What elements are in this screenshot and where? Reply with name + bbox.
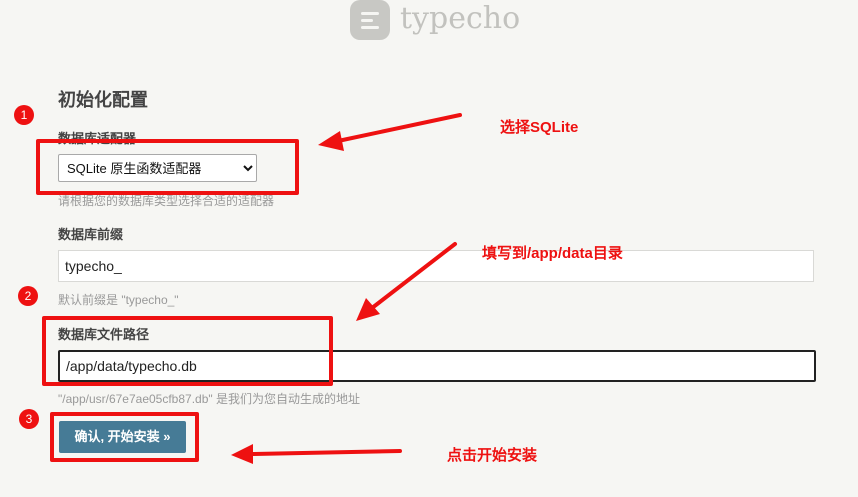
annotation-arrows [231,113,462,464]
arrow-to-db-file [356,242,457,321]
arrow-to-adapter [318,113,462,151]
arrow-to-install-button [231,444,402,464]
